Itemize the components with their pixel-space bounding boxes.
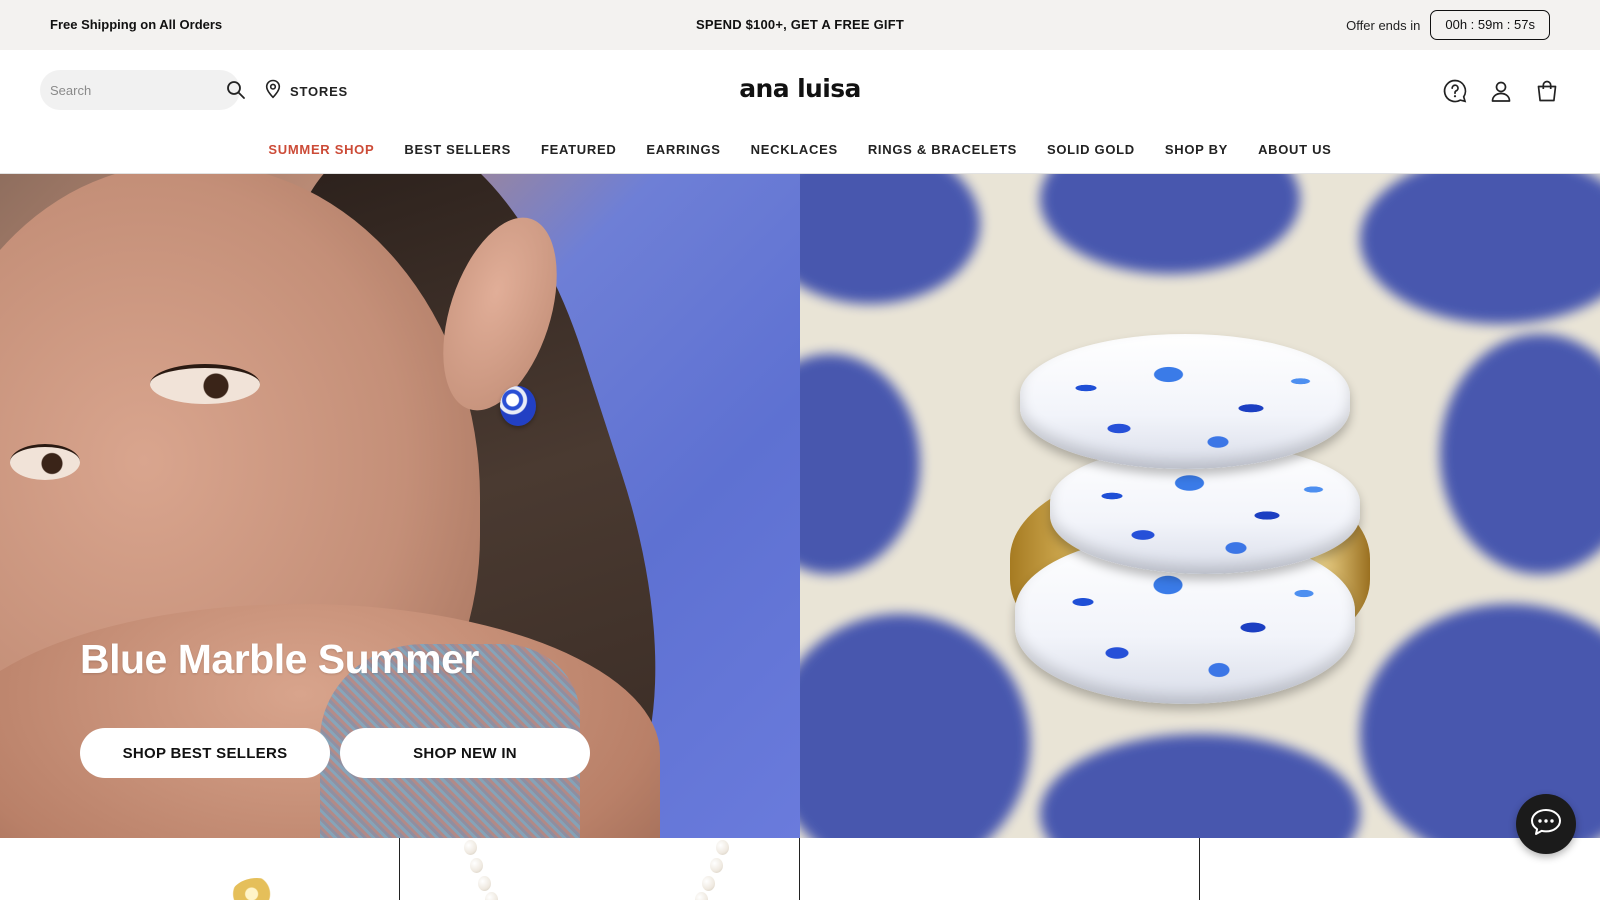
model-eye: [150, 364, 260, 404]
tile-pattern: [800, 354, 920, 574]
shop-best-sellers-button[interactable]: SHOP BEST SELLERS: [80, 728, 330, 778]
tile-pattern: [1440, 334, 1600, 574]
hero-banner: Blue Marble Summer SHOP BEST SELLERS SHO…: [0, 174, 1600, 838]
chat-icon: [1529, 807, 1563, 842]
tile-pattern: [1040, 174, 1300, 274]
pearl: [464, 840, 477, 855]
nav-summer-shop[interactable]: SUMMER SHOP: [268, 142, 374, 157]
marble-earring: [500, 386, 536, 426]
gold-earring-image: [230, 878, 284, 900]
header-icons: [1442, 78, 1560, 104]
product-card[interactable]: [400, 838, 800, 900]
marble-ring-top: [1020, 334, 1350, 469]
nav-necklaces[interactable]: NECKLACES: [751, 142, 838, 157]
shop-new-in-button[interactable]: SHOP NEW IN: [340, 728, 590, 778]
pearl: [710, 858, 723, 873]
pearl: [702, 876, 715, 891]
tile-pattern: [800, 174, 980, 304]
tile-pattern: [800, 614, 1030, 838]
help-icon[interactable]: [1442, 78, 1468, 104]
pearl: [716, 840, 729, 855]
hero-buttons: SHOP BEST SELLERS SHOP NEW IN: [80, 728, 590, 778]
nav-rings-bracelets[interactable]: RINGS & BRACELETS: [868, 142, 1017, 157]
pearl: [470, 858, 483, 873]
chat-button[interactable]: [1516, 794, 1576, 854]
pearl: [695, 892, 708, 900]
pearl: [485, 892, 498, 900]
hero-title: Blue Marble Summer: [80, 636, 479, 682]
pearl: [478, 876, 491, 891]
tile-pattern: [1360, 174, 1600, 324]
offer-countdown: Offer ends in 00h : 59m : 57s: [1346, 10, 1550, 40]
product-card[interactable]: [0, 838, 400, 900]
nav-earrings[interactable]: EARRINGS: [646, 142, 720, 157]
nav-about-us[interactable]: ABOUT US: [1258, 142, 1332, 157]
announcement-bar: Free Shipping on All Orders SPEND $100+,…: [0, 0, 1600, 50]
nav-shop-by[interactable]: SHOP BY: [1165, 142, 1228, 157]
main-nav: SUMMER SHOP BEST SELLERS FEATURED EARRIN…: [0, 142, 1600, 157]
tile-pattern: [1040, 734, 1360, 838]
account-icon[interactable]: [1488, 78, 1514, 104]
logo-text[interactable]: ana luisa: [739, 74, 861, 103]
hero-rings-image[interactable]: [800, 174, 1600, 838]
cart-icon[interactable]: [1534, 78, 1560, 104]
hero-model-image[interactable]: Blue Marble Summer SHOP BEST SELLERS SHO…: [0, 174, 800, 838]
nav-featured[interactable]: FEATURED: [541, 142, 616, 157]
offer-label: Offer ends in: [1346, 17, 1421, 33]
product-strip: [0, 838, 1600, 900]
nav-best-sellers[interactable]: BEST SELLERS: [404, 142, 511, 157]
model-eye-far: [10, 444, 80, 480]
brand-logo: ana luisa: [0, 74, 1600, 103]
nav-solid-gold[interactable]: SOLID GOLD: [1047, 142, 1135, 157]
product-card[interactable]: [800, 838, 1200, 900]
countdown-timer: 00h : 59m : 57s: [1430, 10, 1550, 40]
site-header: STORES ana luisa SUMMER SHOP BEST SELLER…: [0, 50, 1600, 174]
